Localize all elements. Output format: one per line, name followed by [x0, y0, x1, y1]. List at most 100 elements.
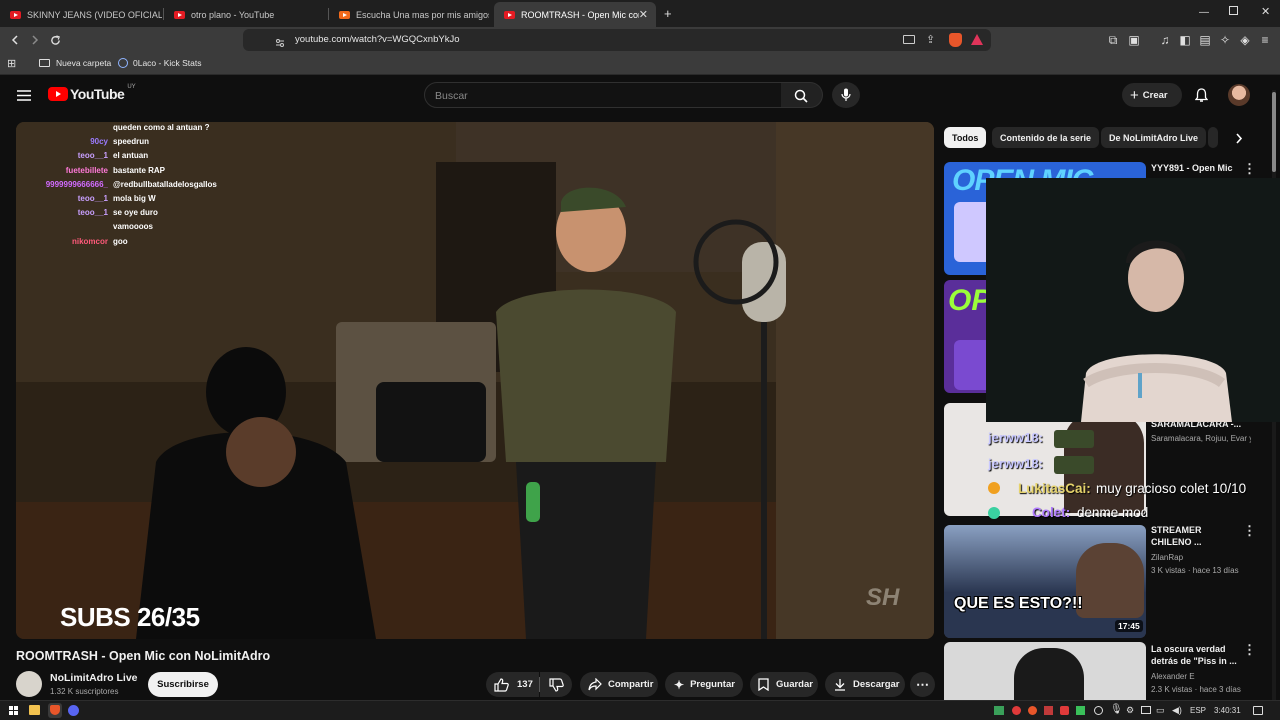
discord-icon[interactable] [68, 705, 79, 716]
window-close-icon[interactable]: ✕ [1261, 5, 1270, 18]
apps-grid-icon[interactable]: ⊞ [7, 57, 16, 70]
tray-app-icon[interactable] [1012, 706, 1021, 715]
browser-tab[interactable]: otro plano - YouTube [164, 2, 327, 27]
overlay-chat-message: denme mod [1077, 505, 1149, 520]
browser-tab[interactable]: Escucha Una mas por mis amigos. Pr [329, 2, 489, 27]
address-bar[interactable]: youtube.com/watch?v=WGQCxnbYkJo ⇪ [243, 29, 991, 51]
chip-overflow[interactable] [1208, 127, 1218, 148]
ask-button[interactable]: ✦ Preguntar [665, 672, 743, 697]
plus-icon: + [1130, 86, 1139, 104]
region-code: UY [127, 84, 136, 90]
recommendation-title-line2[interactable]: detrás de "Piss in ... [1151, 655, 1243, 667]
bookmark-item[interactable]: 0Laco - Kick Stats [118, 58, 202, 68]
new-tab-button[interactable]: + [664, 6, 672, 21]
subscribe-button[interactable]: Suscribirse [148, 672, 218, 697]
recommendation-title[interactable]: YYY891 - Open Mic [1151, 162, 1243, 174]
forward-icon[interactable] [26, 27, 44, 53]
search-input[interactable]: Buscar [424, 82, 782, 108]
recommendation-menu-icon[interactable]: ⋮ [1243, 523, 1256, 539]
tray-settings-icon[interactable]: ⚙ [1126, 705, 1134, 716]
search-button[interactable] [781, 82, 823, 108]
save-button[interactable]: Guardar [750, 672, 818, 697]
volume-icon[interactable]: ◀) [1172, 705, 1182, 716]
hamburger-menu-icon[interactable] [14, 86, 34, 104]
chat-message: goo [113, 237, 128, 246]
overlay-badge-icon [988, 482, 1000, 494]
sidebar-icon[interactable]: ◧ [1178, 27, 1192, 53]
minimize-icon[interactable]: — [1199, 7, 1209, 18]
taskbar-active-app[interactable] [48, 703, 62, 718]
maximize-icon[interactable] [1229, 6, 1238, 15]
video-player[interactable]: queden como al antuan ? 90cy speedrun teoo_… [16, 122, 934, 639]
leo-ai-icon[interactable]: ✧ [1218, 27, 1232, 53]
browser-navigation-bar: youtube.com/watch?v=WGQCxnbYkJo ⇪ ⧉ ▣ ♫ … [0, 27, 1280, 53]
recommendation-menu-icon[interactable]: ⋮ [1243, 161, 1256, 177]
voice-search-button[interactable] [832, 82, 860, 108]
chips-next-icon[interactable] [1230, 129, 1248, 147]
chat-username: teoo__1 [77, 208, 108, 217]
wallet-icon[interactable]: ▤ [1198, 27, 1212, 53]
recommendation-menu-icon[interactable]: ⋮ [1243, 642, 1256, 658]
tab-close-icon[interactable]: ✕ [639, 8, 648, 21]
tray-display-icon[interactable] [1141, 706, 1151, 714]
share-label: Compartir [608, 679, 654, 690]
save-bookmark-icon [758, 678, 769, 691]
tray-app-icon[interactable] [1094, 706, 1103, 715]
extensions-icon[interactable]: ⧉ [1106, 27, 1120, 53]
windows-start-icon[interactable] [9, 706, 18, 715]
clock[interactable]: 3:40:31 [1214, 706, 1241, 715]
site-info-icon[interactable] [275, 35, 285, 47]
video-overlay-text: SUBS 26/35 [60, 602, 200, 632]
overlay-chat-name: Colet: [1032, 505, 1071, 520]
tray-app-icon[interactable] [1028, 706, 1037, 715]
chip-todos[interactable]: Todos [944, 127, 987, 148]
create-button[interactable]: + Crear [1122, 83, 1182, 107]
tray-app-icon[interactable] [1044, 706, 1053, 715]
chat-message: vamoooos [113, 222, 154, 231]
screenshot-icon[interactable]: ▣ [1127, 27, 1141, 53]
microphone-tray-icon[interactable]: 🎙 [1110, 704, 1123, 715]
browser-tab[interactable]: SKINNY JEANS (VIDEO OFICIAL) - Yo [0, 2, 162, 27]
back-icon[interactable] [6, 27, 24, 53]
browser-tab-strip: SKINNY JEANS (VIDEO OFICIAL) - Yo otro p… [0, 0, 1280, 27]
more-actions-icon[interactable]: ⋯ [910, 672, 935, 697]
recommendation-thumbnail[interactable]: QUE ES ESTO?!! 17:45 [944, 525, 1146, 638]
notification-center-icon[interactable] [1253, 706, 1263, 715]
recommendation-thumbnail[interactable] [944, 642, 1146, 700]
youtube-favicon-icon [504, 10, 515, 19]
notifications-bell-icon[interactable] [1191, 86, 1211, 104]
channel-name[interactable]: NoLimitAdro Live [50, 672, 138, 684]
channel-avatar[interactable] [16, 671, 42, 697]
like-button[interactable]: 137 [486, 672, 539, 697]
cast-icon[interactable] [903, 35, 915, 44]
reload-icon[interactable] [46, 27, 64, 53]
chat-message: se oye duro [113, 208, 158, 217]
chip-series[interactable]: Contenido de la serie [992, 127, 1100, 148]
recommendation-title[interactable]: La oscura verdad [1151, 643, 1243, 655]
recommendation-stats: 3 K vistas · hace 13 días [1151, 566, 1239, 575]
brave-rewards-icon[interactable] [971, 34, 983, 45]
browser-tab-active[interactable]: ROOMTRASH - Open Mic con N ✕ [494, 2, 656, 27]
download-button[interactable]: Descargar [825, 672, 905, 697]
brave-shields-icon[interactable] [949, 33, 962, 47]
language-indicator[interactable]: ESP [1190, 706, 1206, 715]
menu-icon[interactable]: ≡ [1258, 27, 1272, 53]
media-icon[interactable]: ♫ [1158, 27, 1172, 53]
scrollbar-thumb[interactable] [1272, 92, 1276, 172]
tray-app-icon[interactable] [1076, 706, 1085, 715]
share-icon[interactable]: ⇪ [926, 33, 935, 46]
webcam-overlay [986, 178, 1280, 422]
tray-app-icon[interactable] [1060, 706, 1069, 715]
network-icon[interactable]: ▭ [1156, 705, 1165, 716]
share-button[interactable]: Compartir [580, 672, 658, 697]
chip-channel[interactable]: De NoLimitAdro Live [1101, 127, 1207, 148]
vpn-icon[interactable]: ◈ [1238, 27, 1252, 53]
bookmark-item[interactable]: Nueva carpeta [39, 58, 111, 68]
youtube-logo[interactable]: YouTube UY [48, 84, 136, 102]
file-explorer-icon[interactable] [29, 705, 40, 715]
tray-app-icon[interactable] [994, 706, 1004, 715]
dislike-button[interactable] [540, 672, 572, 697]
recommendation-title[interactable]: STREAMER [1151, 524, 1243, 536]
user-avatar[interactable] [1228, 84, 1250, 106]
recommendation-title-line2[interactable]: CHILENO ... [1151, 536, 1243, 548]
